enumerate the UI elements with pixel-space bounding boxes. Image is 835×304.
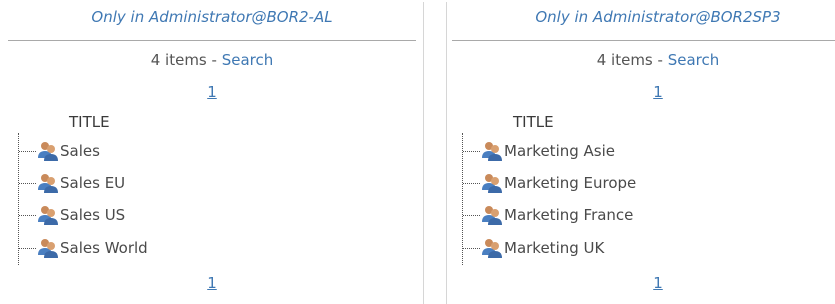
group-icon	[481, 141, 503, 161]
right-panel: Only in Administrator@BOR2SP3 4 items - …	[452, 0, 835, 304]
right-list-item-label: Marketing Asie	[504, 142, 615, 160]
left-list-item[interactable]: Sales	[19, 141, 379, 163]
right-list-item-label: Marketing France	[504, 206, 634, 224]
group-icon	[481, 173, 503, 193]
right-page-1-link-top[interactable]: 1	[653, 83, 663, 101]
right-list-item[interactable]: Marketing France	[463, 205, 823, 227]
right-title-divider	[452, 40, 835, 41]
left-panel: Only in Administrator@BOR2-AL 4 items - …	[8, 0, 416, 304]
left-separator: -	[206, 51, 222, 69]
tree-branch-line	[463, 248, 480, 249]
left-list-item-label: Sales EU	[60, 174, 126, 192]
left-list-item-label: Sales	[60, 142, 100, 160]
left-search-link[interactable]: Search	[222, 51, 274, 69]
left-items-summary: 4 items - Search	[8, 51, 416, 69]
panel-divider-right	[446, 2, 447, 304]
right-page-1-link-bottom[interactable]: 1	[653, 274, 663, 292]
left-list-item[interactable]: Sales US	[19, 205, 379, 227]
tree-branch-line	[463, 151, 480, 152]
panel-divider-left	[423, 2, 424, 304]
tree-branch-line	[19, 151, 36, 152]
tree-branch-line	[463, 183, 480, 184]
right-list-item[interactable]: Marketing UK	[463, 238, 823, 260]
left-page-1-link-top[interactable]: 1	[207, 83, 217, 101]
right-list-item[interactable]: Marketing Asie	[463, 141, 823, 163]
right-items-count: 4 items	[596, 51, 653, 69]
group-icon	[481, 238, 503, 258]
left-tree: Sales Sales EU Sales US Sales World	[18, 133, 379, 265]
left-page-1-link-bottom[interactable]: 1	[207, 274, 217, 292]
right-list-item-label: Marketing Europe	[504, 174, 637, 192]
right-list-item[interactable]: Marketing Europe	[463, 173, 823, 195]
left-list-item-label: Sales US	[60, 206, 126, 224]
tree-branch-line	[463, 215, 480, 216]
left-pager-bottom: 1	[8, 274, 416, 292]
right-separator: -	[652, 51, 668, 69]
left-title-divider	[8, 40, 416, 41]
left-list-item-label: Sales World	[60, 239, 148, 257]
left-items-count: 4 items	[150, 51, 207, 69]
left-pager-top: 1	[8, 83, 416, 101]
right-items-summary: 4 items - Search	[452, 51, 835, 69]
tree-branch-line	[19, 215, 36, 216]
left-panel-title: Only in Administrator@BOR2-AL	[91, 8, 333, 26]
right-search-link[interactable]: Search	[668, 51, 720, 69]
group-icon	[37, 141, 59, 161]
tree-branch-line	[19, 183, 36, 184]
group-icon	[37, 205, 59, 225]
left-list-item[interactable]: Sales World	[19, 238, 379, 260]
right-panel-title: Only in Administrator@BOR2SP3	[535, 8, 781, 26]
group-icon	[481, 205, 503, 225]
right-pager-top: 1	[452, 83, 835, 101]
group-icon	[37, 238, 59, 258]
right-column-header[interactable]: TITLE	[513, 113, 554, 131]
right-list-item-label: Marketing UK	[504, 239, 605, 257]
left-column-header[interactable]: TITLE	[69, 113, 110, 131]
group-icon	[37, 173, 59, 193]
tree-branch-line	[19, 248, 36, 249]
right-pager-bottom: 1	[452, 274, 835, 292]
left-list-item[interactable]: Sales EU	[19, 173, 379, 195]
right-tree: Marketing Asie Marketing Europe Marketin…	[462, 133, 823, 265]
